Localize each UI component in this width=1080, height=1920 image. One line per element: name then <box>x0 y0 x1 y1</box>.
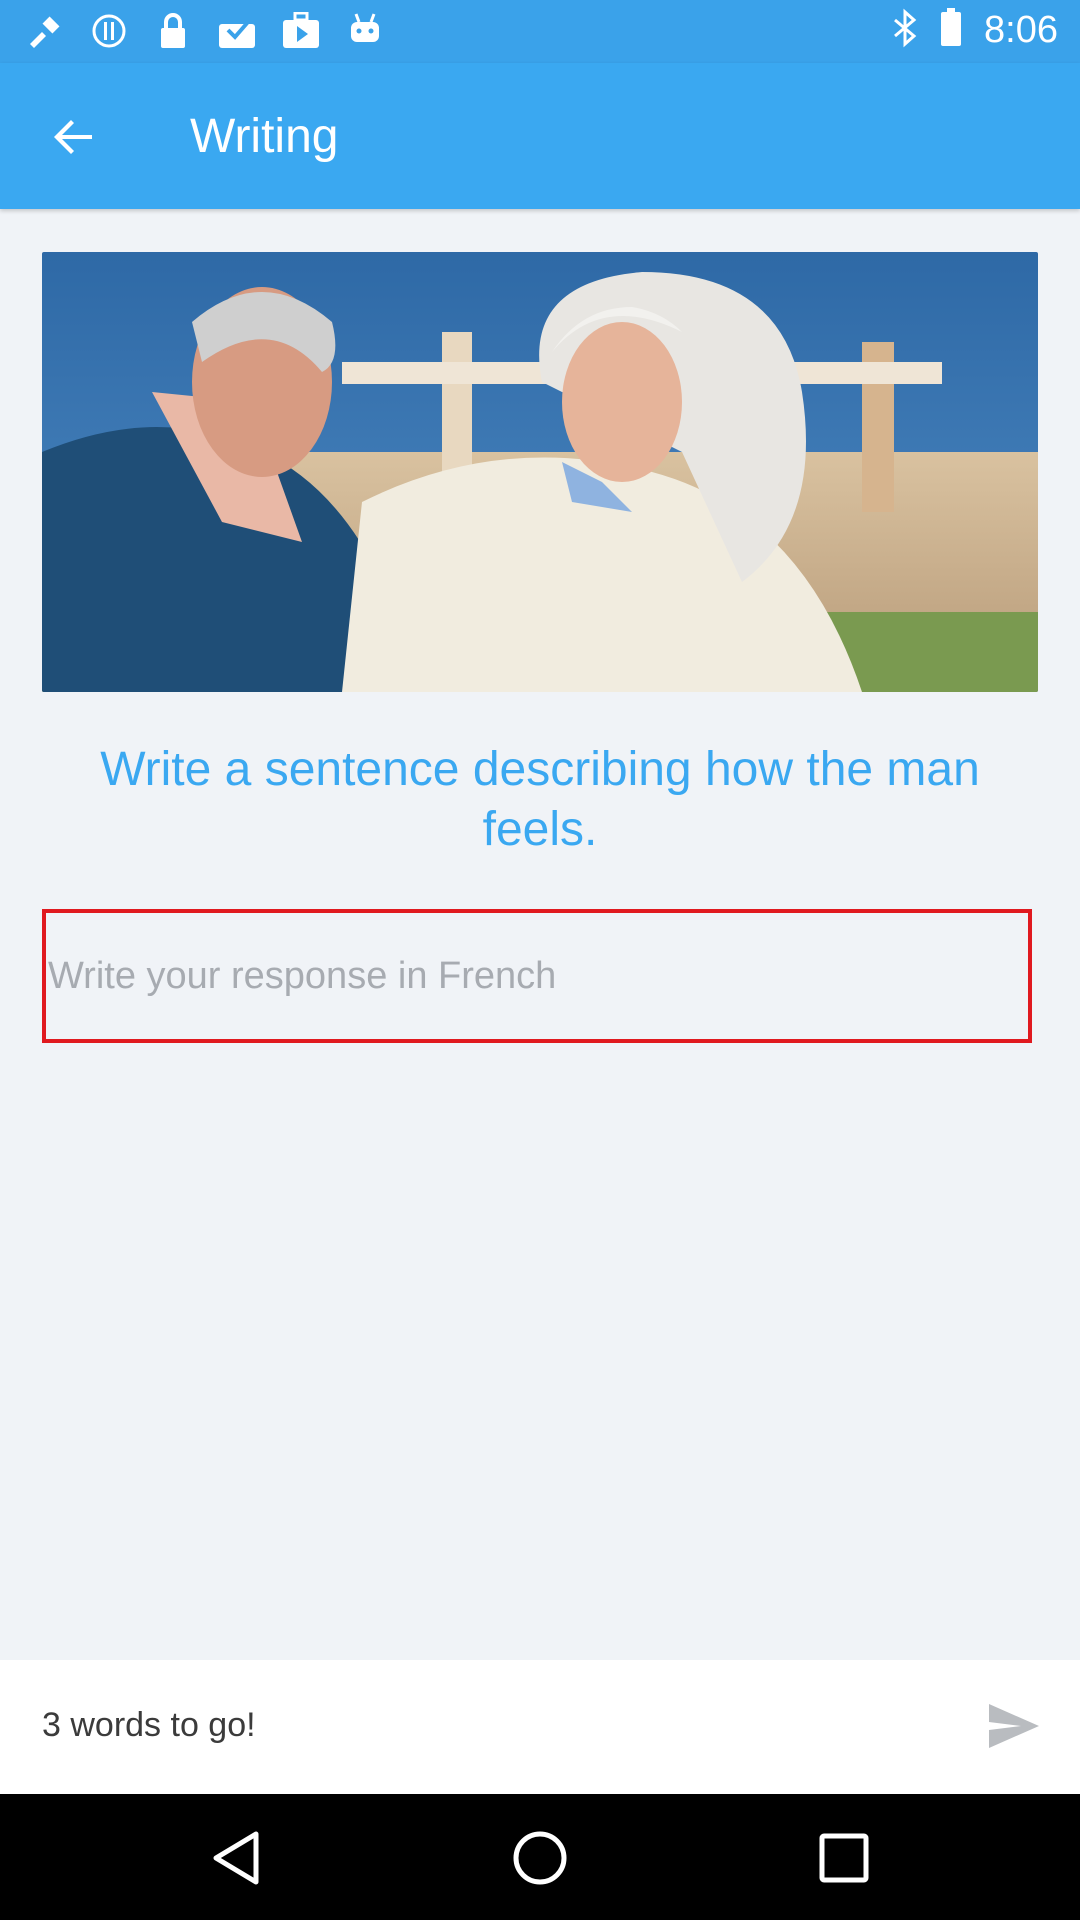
home-circle-icon <box>513 1831 567 1885</box>
system-nav-bar <box>0 1794 1080 1920</box>
page-title: Writing <box>190 110 339 163</box>
info-icon <box>88 12 130 50</box>
app-bar: Writing <box>0 63 1080 209</box>
nav-back-button[interactable] <box>200 1822 272 1894</box>
play-store-icon <box>280 12 322 50</box>
android-icon <box>344 12 386 50</box>
status-bar: 8:06 <box>0 0 1080 63</box>
nav-home-button[interactable] <box>504 1822 576 1894</box>
words-remaining-label: 3 words to go! <box>42 1706 256 1744</box>
fake-gps-icon <box>24 12 66 50</box>
task-icon <box>216 12 258 50</box>
writing-prompt: Write a sentence describing how the man … <box>100 743 980 856</box>
bottom-bar: 3 words to go! <box>0 1660 1080 1794</box>
response-input[interactable] <box>46 913 1028 1039</box>
battery-icon <box>940 8 962 53</box>
send-icon <box>989 1704 1039 1748</box>
status-time: 8:06 <box>984 9 1058 51</box>
arrow-back-icon <box>54 120 92 154</box>
status-icons-left <box>24 12 386 50</box>
recents-square-icon <box>819 1833 869 1883</box>
bluetooth-icon <box>892 8 918 53</box>
back-button[interactable] <box>38 101 110 173</box>
send-button[interactable] <box>984 1698 1044 1754</box>
prompt-photo <box>42 252 1038 692</box>
response-field[interactable] <box>42 909 1032 1043</box>
nav-recents-button[interactable] <box>808 1822 880 1894</box>
back-triangle-icon <box>213 1831 259 1885</box>
lock-icon <box>152 12 194 50</box>
status-icons-right: 8:06 <box>892 8 1058 53</box>
